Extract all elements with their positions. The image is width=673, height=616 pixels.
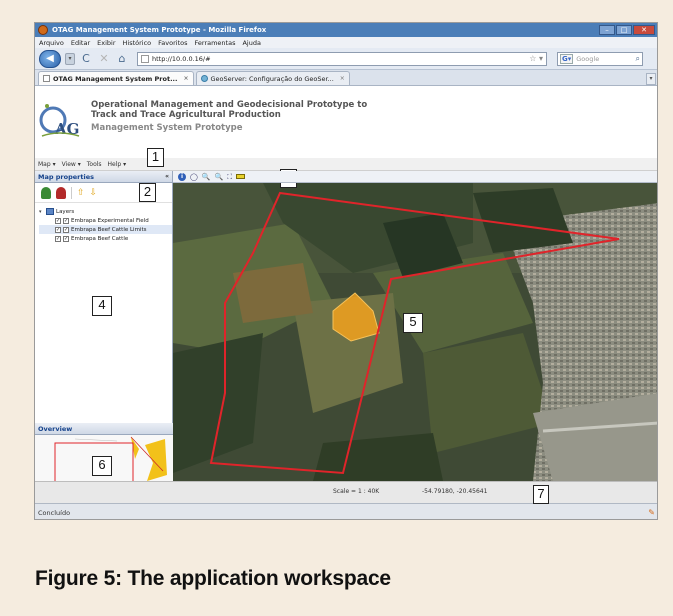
app-header: AG Operational Management and Geodecisio… [35,86,657,158]
geoserver-icon [200,75,208,82]
info-icon[interactable]: i [178,172,186,181]
menu-arquivo[interactable]: Arquivo [39,39,64,47]
addon-icon: ✎ [648,508,655,517]
page-favicon [141,54,149,63]
panel-header: Map properties « [35,171,172,183]
search-icon[interactable]: ⌕ [636,54,640,64]
otag-logo: AG [39,104,79,138]
browser-statusbar: Concluído ✎ [35,503,657,519]
app-menubar: Map ▾ View ▾ Tools Help ▾ [35,158,657,171]
reload-icon[interactable]: C [79,52,93,65]
url-bar[interactable]: http://10.0.0.16/# ☆ ▾ [137,51,547,66]
layer-item[interactable]: ✓ ✓ Embrapa Experimental Field [39,216,172,225]
stop-icon[interactable]: ✕ [97,52,111,65]
app-subtitle: Management System Prototype [91,123,243,133]
callout-7: 7 [533,485,549,504]
map-statusbar: Scale = 1 : 40K -54.79180, -20.45641 [35,481,657,503]
expand-icon[interactable]: ▾ [39,209,44,215]
layer-checkbox[interactable]: ✓ [55,226,61,233]
callout-1: 1 [147,148,164,167]
search-placeholder[interactable]: Google [576,55,635,63]
tab-close-icon[interactable]: × [340,75,345,82]
layer-checkbox[interactable]: ✓ [55,217,61,224]
tab-close-icon[interactable]: × [183,75,188,82]
window-title: OTAG Management System Prototype - Mozil… [52,26,267,34]
layer-label: Embrapa Beef Cattle Limits [71,226,147,233]
callout-4: 4 [92,296,112,316]
overview-header: Overview [35,423,173,435]
overview-title: Overview [38,425,73,433]
screenshot-frame: OTAG Management System Prototype - Mozil… [34,22,658,520]
menu-view[interactable]: View ▾ [62,161,81,168]
url-text[interactable]: http://10.0.0.16/# [152,55,529,63]
collapse-icon[interactable]: « [165,171,169,183]
tab-geoserver[interactable]: GeoServer: Configuração do GeoSer... × [195,71,350,85]
scale-readout: Scale = 1 : 40K [333,488,380,495]
menu-map[interactable]: Map ▾ [38,161,56,168]
layer-label: Embrapa Experimental Field [71,217,149,224]
layer-visible-checkbox[interactable]: ✓ [63,217,69,224]
map-toolbar: i ◯ 🔍 🔍 ⛶ [173,171,657,183]
add-layer-icon[interactable] [41,186,51,199]
search-engine-selector[interactable]: G▾ [560,53,574,64]
window-titlebar: OTAG Management System Prototype - Mozil… [35,23,657,37]
back-button[interactable]: ◀ [39,49,61,68]
maximize-button[interactable]: □ [616,25,632,35]
bookmark-star-icon[interactable]: ☆ ▾ [529,54,543,63]
history-dropdown-button[interactable]: ▾ [65,52,75,65]
callout-2: 2 [139,183,156,202]
layer-visible-checkbox[interactable]: ✓ [63,226,69,233]
layer-visible-checkbox[interactable]: ✓ [63,235,69,242]
menu-favoritos[interactable]: Favoritos [158,39,187,47]
minimize-button[interactable]: – [599,25,615,35]
layer-item[interactable]: ✓ ✓ Embrapa Beef Cattle Limits [39,225,172,234]
move-layer-down-icon[interactable]: ⇩ [90,188,98,198]
move-layer-up-icon[interactable]: ⇧ [77,188,85,198]
figure-caption: Figure 5: The application workspace [35,567,391,590]
load-status: Concluído [38,509,71,517]
callout-5: 5 [403,313,423,333]
layer-checkbox[interactable]: ✓ [55,235,61,242]
menu-help[interactable]: Help ▾ [108,161,127,168]
close-window-button[interactable]: ✕ [633,25,655,35]
tree-root-label: Layers [56,208,75,215]
map-properties-panel: Map properties « ⇧ ⇩ ▾ Layers ✓ ✓ Embrap… [35,171,173,481]
search-box[interactable]: G▾ Google ⌕ [557,51,643,66]
menu-historico[interactable]: Histórico [123,39,152,47]
browser-navbar: ◀ ▾ C ✕ ⌂ http://10.0.0.16/# ☆ ▾ G▾ Goog… [35,48,657,70]
layer-tree: ▾ Layers ✓ ✓ Embrapa Experimental Field … [35,203,172,243]
callout-6: 6 [92,456,112,476]
tree-root-layers[interactable]: ▾ Layers [39,207,172,216]
measure-icon[interactable] [236,174,246,179]
layers-folder-icon [46,208,54,215]
tab-otag[interactable]: OTAG Management System Prot... × [38,71,194,85]
zoom-out-icon[interactable]: 🔍 [215,172,224,182]
zoom-extent-icon[interactable]: ⛶ [227,172,232,182]
menu-ajuda[interactable]: Ajuda [242,39,260,47]
home-icon[interactable]: ⌂ [115,52,129,65]
firefox-icon [38,25,48,35]
coordinate-readout: -54.79180, -20.45641 [422,488,488,495]
layer-item[interactable]: ✓ ✓ Embrapa Beef Cattle [39,234,172,243]
list-all-tabs-button[interactable]: ▾ [646,73,656,85]
zoom-in-icon[interactable]: 🔍 [202,172,211,182]
browser-menubar: Arquivo Editar Exibir Histórico Favorito… [35,37,657,48]
remove-layer-icon[interactable] [56,186,66,199]
layer-label: Embrapa Beef Cattle [71,235,129,242]
pan-icon[interactable]: ◯ [190,172,198,182]
page-favicon [43,75,50,82]
menu-exibir[interactable]: Exibir [97,39,115,47]
tab-label: GeoServer: Configuração do GeoSer... [210,74,334,83]
menu-tools[interactable]: Tools [87,161,102,168]
menu-editar[interactable]: Editar [71,39,90,47]
browser-tabstrip: OTAG Management System Prot... × GeoServ… [35,70,657,86]
menu-ferramentas[interactable]: Ferramentas [195,39,236,47]
tab-label: OTAG Management System Prot... [53,74,178,83]
toolbar-separator [71,186,72,199]
window-controls: – □ ✕ [599,25,655,35]
panel-title: Map properties [38,173,94,181]
app-title: Operational Management and Geodecisional… [91,100,368,120]
